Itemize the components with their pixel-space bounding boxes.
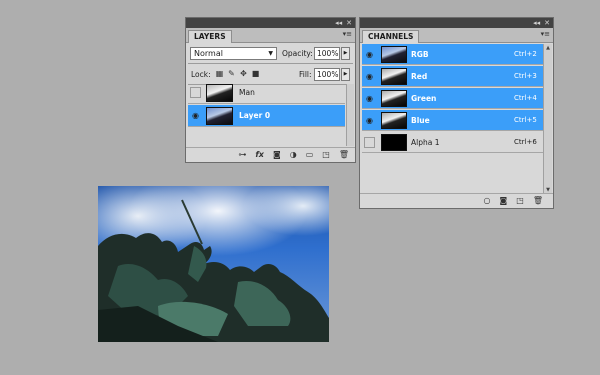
channel-row-green[interactable]: ◉ Green Ctrl+4 (362, 88, 543, 109)
opacity-field[interactable]: 100% (314, 47, 340, 60)
layer-mask-icon[interactable]: ◙ (273, 150, 281, 160)
layers-scrollbar[interactable] (346, 84, 354, 146)
close-icon[interactable]: ✕ (544, 18, 550, 28)
channel-shortcut: Ctrl+5 (514, 116, 537, 124)
eye-icon[interactable]: ◉ (364, 71, 375, 82)
eye-icon[interactable]: ◉ (364, 93, 375, 104)
blend-mode-select[interactable]: Normal ▼ (190, 47, 277, 60)
channel-shortcut: Ctrl+3 (514, 72, 537, 80)
save-selection-icon[interactable]: ◙ (500, 196, 508, 206)
channel-name: Red (411, 72, 428, 81)
channel-row-alpha-1[interactable]: Alpha 1 Ctrl+6 (362, 132, 543, 153)
opacity-label: Opacity: (282, 49, 313, 58)
tab-layers[interactable]: LAYERS (188, 30, 232, 43)
collapse-icon[interactable]: ◂◂ (335, 18, 342, 28)
channels-bottom-bar: ○ ◙ ◳ 🗑 (360, 193, 553, 208)
visibility-toggle[interactable] (190, 87, 201, 98)
lock-row: Lock: ▦ ✎ ✥ ■ Fill: 100% ▶ (186, 64, 355, 84)
fill-field[interactable]: 100% (314, 68, 340, 81)
scroll-up-icon[interactable]: ▲ (544, 45, 552, 51)
layer-row-layer-0[interactable]: ◉ Layer 0 (188, 105, 345, 127)
tab-bar: CHANNELS ▾≡ (360, 28, 553, 43)
trash-icon[interactable]: 🗑 (533, 196, 543, 206)
fill-label: Fill: (299, 70, 312, 79)
blend-row: Normal ▼ Opacity: 100% ▶ (186, 43, 355, 63)
channel-row-red[interactable]: ◉ Red Ctrl+3 (362, 66, 543, 87)
chevron-down-icon: ▼ (268, 50, 273, 57)
lock-position-icon[interactable]: ✥ (239, 69, 248, 79)
channel-name: RGB (411, 50, 429, 59)
eye-icon[interactable]: ◉ (190, 110, 201, 121)
statue-photo (98, 199, 329, 342)
channels-panel: ◂◂ ✕ CHANNELS ▾≡ ◉ RGB Ctrl+2 ◉ Red Ctrl… (359, 17, 554, 209)
blend-mode-value: Normal (194, 49, 223, 58)
panel-menu-icon[interactable]: ▾≡ (541, 30, 550, 38)
channel-shortcut: Ctrl+4 (514, 94, 537, 102)
lock-transparency-icon[interactable]: ▦ (215, 69, 224, 79)
channel-shortcut: Ctrl+2 (514, 50, 537, 58)
panel-title-strip: ◂◂ ✕ (360, 18, 553, 28)
new-channel-icon[interactable]: ◳ (516, 196, 524, 206)
eye-icon[interactable]: ◉ (364, 115, 375, 126)
channels-scrollbar[interactable]: ▲ ▼ (543, 44, 552, 194)
channel-name: Alpha 1 (411, 138, 440, 147)
new-layer-icon[interactable]: ◳ (322, 150, 330, 160)
channel-row-rgb[interactable]: ◉ RGB Ctrl+2 (362, 44, 543, 65)
lock-pixels-icon[interactable]: ✎ (227, 69, 236, 79)
close-icon[interactable]: ✕ (346, 18, 352, 28)
layer-thumbnail (206, 84, 233, 102)
adjustment-layer-icon[interactable]: ◑ (290, 150, 297, 160)
eye-icon[interactable]: ◉ (364, 49, 375, 60)
lock-label: Lock: (191, 70, 211, 79)
channel-thumbnail (381, 134, 407, 151)
fx-icon[interactable]: fx (255, 150, 264, 160)
channel-thumbnail (381, 112, 407, 129)
tab-channels[interactable]: CHANNELS (362, 30, 420, 43)
fill-slider-button[interactable]: ▶ (341, 68, 350, 81)
layer-name: Layer 0 (239, 111, 271, 120)
layer-row-man[interactable]: Man (188, 82, 345, 104)
channel-thumbnail (381, 68, 407, 85)
lock-all-icon[interactable]: ■ (251, 69, 260, 79)
panel-title-strip: ◂◂ ✕ (186, 18, 355, 28)
layer-name: Man (239, 88, 255, 97)
channel-shortcut: Ctrl+6 (514, 138, 537, 146)
channel-name: Blue (411, 116, 430, 125)
channel-thumbnail (381, 90, 407, 107)
panel-menu-icon[interactable]: ▾≡ (343, 30, 352, 38)
load-selection-icon[interactable]: ○ (484, 196, 491, 206)
layers-bottom-bar: ⊶ fx ◙ ◑ ▭ ◳ 🗑 (186, 147, 355, 162)
link-layers-icon[interactable]: ⊶ (238, 150, 246, 160)
collapse-icon[interactable]: ◂◂ (533, 18, 540, 28)
channel-row-blue[interactable]: ◉ Blue Ctrl+5 (362, 110, 543, 131)
channel-thumbnail (381, 46, 407, 63)
visibility-toggle[interactable] (364, 137, 375, 148)
canvas-image[interactable] (98, 186, 329, 342)
channel-name: Green (411, 94, 437, 103)
tab-bar: LAYERS ▾≡ (186, 28, 355, 43)
trash-icon[interactable]: 🗑 (339, 150, 349, 160)
layers-panel: ◂◂ ✕ LAYERS ▾≡ Normal ▼ Opacity: 100% ▶ … (185, 17, 356, 163)
new-group-icon[interactable]: ▭ (306, 150, 314, 160)
layer-thumbnail (206, 107, 233, 125)
opacity-slider-button[interactable]: ▶ (341, 47, 350, 60)
